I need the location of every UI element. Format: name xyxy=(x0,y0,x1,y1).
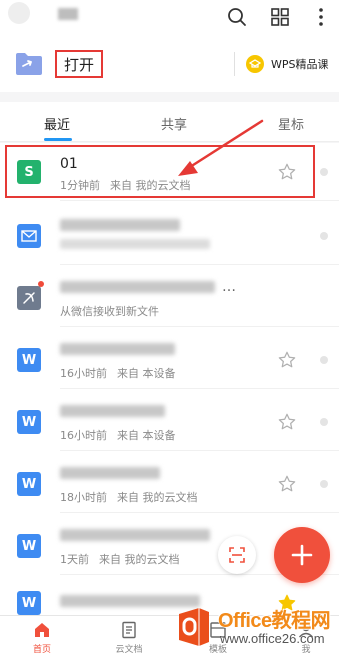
file-source: 来自 本设备 xyxy=(117,367,176,380)
list-item[interactable]: … 从微信接收到新文件 xyxy=(0,269,339,327)
file-meta: 16小时前 来自 本设备 xyxy=(60,427,176,443)
list-item[interactable]: W 16小时前 来自 本设备 xyxy=(0,331,339,389)
file-meta: 16小时前 来自 本设备 xyxy=(60,365,176,381)
nav-home[interactable]: 首页 xyxy=(14,620,70,655)
star-icon[interactable] xyxy=(277,412,297,432)
plus-icon xyxy=(291,544,313,566)
divider xyxy=(60,388,339,389)
username-blurred xyxy=(58,8,78,20)
file-meta: 18小时前 来自 我的云文档 xyxy=(60,489,198,505)
wps-course-label: WPS精品课 xyxy=(271,58,329,71)
divider xyxy=(60,326,339,327)
more-menu-icon[interactable] xyxy=(309,5,333,29)
open-label: 打开 xyxy=(63,55,94,74)
quick-actions: 打开 WPS精品课 xyxy=(0,34,339,92)
file-meta: 从微信接收到新文件 xyxy=(60,303,159,319)
more-dot-icon[interactable] xyxy=(320,480,328,488)
search-icon[interactable] xyxy=(225,5,249,29)
file-meta: 1天前 来自 我的云文档 xyxy=(60,551,180,567)
active-tab-indicator xyxy=(44,138,72,141)
file-source: 来自 我的云文档 xyxy=(117,491,198,504)
blurred-file-name xyxy=(60,343,175,355)
divider xyxy=(234,52,235,76)
list-item[interactable] xyxy=(0,207,339,265)
tab-recent[interactable]: 最近 xyxy=(44,114,70,133)
blurred-file-name xyxy=(60,529,210,541)
divider xyxy=(60,450,339,451)
highlight-box xyxy=(5,145,315,198)
nav-label: 首页 xyxy=(32,645,51,655)
more-dot-icon[interactable] xyxy=(320,168,328,176)
star-icon[interactable] xyxy=(277,350,297,370)
word-file-icon: W xyxy=(17,591,41,615)
blurred-file-meta xyxy=(60,239,210,249)
blurred-file-name xyxy=(60,405,165,417)
grid-apps-icon[interactable] xyxy=(268,5,292,29)
blurred-file-name xyxy=(60,281,215,293)
blurred-file-name xyxy=(60,467,160,479)
file-time: 18小时前 xyxy=(60,491,107,504)
nav-cloud-docs[interactable]: 云文档 xyxy=(101,620,157,655)
scan-button[interactable] xyxy=(218,536,256,574)
divider xyxy=(60,264,339,265)
file-time: 16小时前 xyxy=(60,367,107,380)
watermark-url: www.office26.com xyxy=(220,631,325,646)
file-tabs: 最近 共享 星标 xyxy=(0,102,339,142)
wps-course-icon xyxy=(246,55,264,73)
divider xyxy=(60,512,339,513)
ellipsis-icon: … xyxy=(222,279,236,295)
list-item[interactable]: W 16小时前 来自 本设备 xyxy=(0,393,339,451)
open-folder-icon[interactable] xyxy=(14,51,44,77)
list-item[interactable]: W 18小时前 来自 我的云文档 xyxy=(0,455,339,513)
more-dot-icon[interactable] xyxy=(320,232,328,240)
file-source: 来自 我的云文档 xyxy=(99,553,180,566)
star-icon[interactable] xyxy=(277,474,297,494)
tab-starred[interactable]: 星标 xyxy=(278,114,304,133)
more-dot-icon[interactable] xyxy=(320,418,328,426)
nav-label: 云文档 xyxy=(115,645,143,655)
cloud-doc-icon xyxy=(119,620,139,640)
office-logo-icon xyxy=(175,606,213,648)
word-file-icon: W xyxy=(17,410,41,434)
home-icon xyxy=(32,620,52,640)
pdf-file-icon xyxy=(17,286,41,310)
watermark-title: Office教程网 xyxy=(218,610,331,632)
file-time: 1天前 xyxy=(60,553,89,566)
top-bar xyxy=(0,0,339,34)
tab-shared[interactable]: 共享 xyxy=(161,114,187,133)
word-file-icon: W xyxy=(17,348,41,372)
blurred-file-name xyxy=(60,219,180,231)
watermark: Office教程网 www.office26.com xyxy=(170,602,339,657)
word-file-icon: W xyxy=(17,534,41,558)
open-button[interactable]: 打开 xyxy=(55,50,103,78)
file-source: 来自 本设备 xyxy=(117,429,176,442)
file-source: 从微信接收到新文件 xyxy=(60,305,159,318)
scan-icon xyxy=(229,547,245,563)
word-file-icon: W xyxy=(17,472,41,496)
file-time: 16小时前 xyxy=(60,429,107,442)
unread-badge xyxy=(38,281,44,287)
avatar[interactable] xyxy=(8,2,30,24)
divider xyxy=(60,200,339,201)
mail-file-icon xyxy=(17,224,41,248)
more-dot-icon[interactable] xyxy=(320,356,328,364)
wps-course-button[interactable]: WPS精品课 xyxy=(246,52,329,76)
new-file-button[interactable] xyxy=(274,527,330,583)
